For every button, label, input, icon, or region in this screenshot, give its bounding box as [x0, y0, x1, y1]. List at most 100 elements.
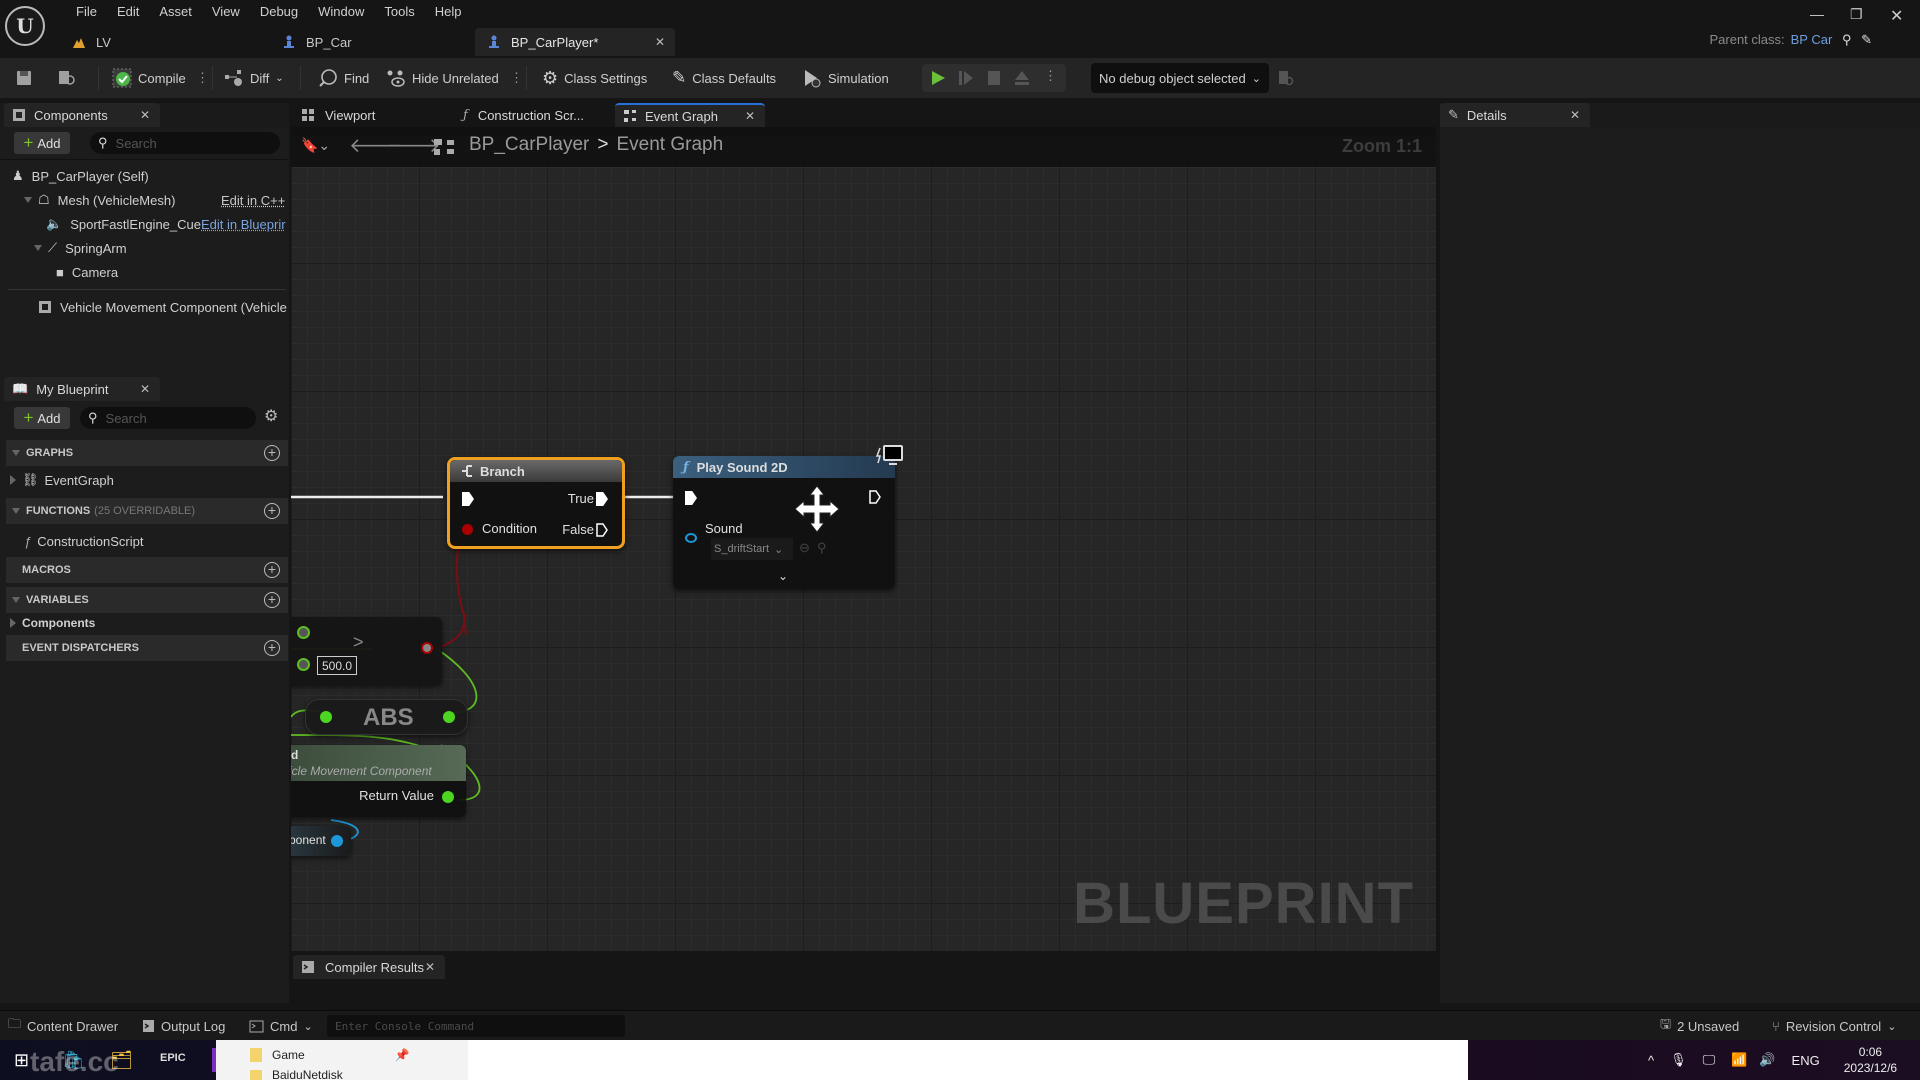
find-button[interactable]: Find [318, 58, 369, 98]
wifi-icon[interactable]: 📶 [1731, 1052, 1747, 1068]
hide-unrelated-button[interactable]: Hide Unrelated [386, 58, 499, 98]
revision-control-button[interactable]: ⑂ Revision Control ⌄ [1772, 1011, 1896, 1041]
add-variable-icon[interactable]: + [264, 592, 280, 608]
compare-value-input[interactable]: 500.0 [317, 656, 357, 675]
return-value-pin[interactable] [442, 791, 454, 803]
close-tab-icon[interactable]: ✕ [745, 109, 755, 123]
edit-in-blueprint-link[interactable]: Edit in Blueprir [201, 213, 287, 235]
exec-in-pin[interactable] [462, 492, 474, 506]
event-graph-canvas[interactable]: Branch True Condition False ƒ Play Sound… [291, 135, 1436, 951]
component-camera[interactable]: ■ Camera [56, 261, 118, 283]
screen-share-icon[interactable]: 🖵 [1703, 1052, 1716, 1068]
doc-tab-bp-car[interactable]: BP_Car [270, 28, 475, 56]
output-log-button[interactable]: Output Log [142, 1011, 225, 1041]
menu-edit[interactable]: Edit [107, 3, 149, 21]
branch-node[interactable]: Branch True Condition False [447, 457, 625, 549]
menu-help[interactable]: Help [425, 3, 472, 21]
section-variables[interactable]: VARIABLES + [6, 587, 288, 613]
menu-debug[interactable]: Debug [250, 3, 308, 21]
expand-arrow-icon[interactable] [24, 197, 32, 203]
exec-false-pin[interactable] [596, 523, 608, 537]
diff-button[interactable]: Diff ⌄ [224, 58, 284, 98]
section-graphs[interactable]: GRAPHS + [6, 440, 288, 466]
add-component-button[interactable]: + Add [14, 132, 70, 154]
breadcrumb-root[interactable]: BP_CarPlayer [469, 134, 589, 156]
hide-unrelated-options[interactable]: ⋮ [510, 58, 523, 98]
graph-item-eventgraph[interactable]: ⛓ EventGraph [10, 469, 114, 491]
component-springarm[interactable]: ⟋ SpringArm [34, 237, 127, 259]
restore-icon[interactable]: ❐ [1850, 6, 1863, 23]
compare-input-b-pin[interactable] [297, 658, 310, 671]
exec-in-pin[interactable] [685, 491, 697, 505]
close-components-icon[interactable]: ✕ [140, 108, 150, 122]
cmd-dropdown[interactable]: Cmd ⌄ [249, 1011, 313, 1041]
menu-view[interactable]: View [202, 3, 250, 21]
jumplist-item-baidunetdisk[interactable]: BaiduNetdisk [250, 1070, 343, 1080]
class-settings-button[interactable]: ⚙ Class Settings [542, 58, 647, 98]
component-vehicle-movement[interactable]: Vehicle Movement Component (Vehiclel [38, 296, 287, 318]
input-language[interactable]: ENG [1792, 1053, 1820, 1068]
exec-true-pin[interactable] [596, 492, 608, 506]
menu-asset[interactable]: Asset [149, 3, 202, 21]
my-blueprint-tab[interactable]: 📖 My Blueprint ✕ [4, 377, 160, 401]
close-compiler-results-icon[interactable]: ✕ [425, 960, 435, 974]
parent-class-link[interactable]: BP Car [1791, 32, 1833, 47]
add-dispatcher-icon[interactable]: + [264, 640, 280, 656]
component-ref-node[interactable]: ponent [291, 826, 351, 856]
section-event-dispatchers[interactable]: EVENT DISPATCHERS + [6, 635, 288, 661]
component-mesh[interactable]: ☖ Mesh (VehicleMesh) [24, 189, 175, 211]
component-engine-cue[interactable]: 🔈 SportFastlEngine_Cue [46, 213, 201, 235]
abs-node[interactable]: ABS [305, 699, 468, 735]
abs-output-pin[interactable] [443, 711, 455, 723]
sound-asset-dropdown[interactable]: S_driftStart ⌄ [711, 538, 793, 560]
content-drawer-button[interactable]: 🗀 Content Drawer [8, 1011, 118, 1041]
add-function-icon[interactable]: + [264, 503, 280, 519]
stop-icon[interactable] [986, 70, 1002, 86]
menu-file[interactable]: File [66, 3, 107, 21]
windows-start-icon[interactable]: ⊞ [14, 1050, 29, 1071]
use-selected-asset-icon[interactable]: ⊖ [799, 540, 810, 556]
unsaved-button[interactable]: 🖫 2 Unsaved [1660, 1011, 1739, 1041]
components-tab[interactable]: Components ✕ [4, 103, 160, 127]
my-blueprint-search-input[interactable]: ⚲ Search [80, 407, 256, 429]
advanced-display-chevron-icon[interactable]: ⌄ [778, 569, 788, 583]
jumplist-item-game[interactable]: Game 📌 [250, 1048, 410, 1062]
section-macros[interactable]: MACROS + [6, 557, 288, 583]
menu-tools[interactable]: Tools [374, 3, 424, 21]
edit-pencil-icon[interactable]: ✎ [1861, 32, 1872, 47]
greater-than-node[interactable]: > 500.0 [291, 617, 442, 685]
epic-games-icon[interactable]: EPIC [160, 1052, 186, 1064]
volume-icon[interactable]: 🔊 [1759, 1052, 1775, 1068]
menu-window[interactable]: Window [308, 3, 374, 21]
eject-icon[interactable] [1014, 70, 1030, 86]
console-command-input[interactable]: Enter Console Command [327, 1015, 625, 1037]
close-details-icon[interactable]: ✕ [1570, 108, 1580, 122]
tab-event-graph[interactable]: Event Graph ✕ [615, 103, 765, 127]
settings-gear-icon[interactable]: ⚙ [264, 406, 278, 426]
browse-asset-icon[interactable]: ⚲ [817, 540, 827, 556]
details-tab[interactable]: ✎ Details ✕ [1440, 103, 1590, 127]
add-macro-icon[interactable]: + [264, 562, 280, 578]
function-item-construction-script[interactable]: ƒ ConstructionScript [24, 530, 143, 552]
bookmark-icon[interactable]: 🔖⌄ [301, 137, 330, 154]
minimize-icon[interactable]: — [1810, 6, 1824, 22]
save-button[interactable] [16, 58, 32, 98]
components-search-input[interactable]: ⚲ Search [90, 132, 280, 154]
variable-category-components[interactable]: Components [10, 612, 95, 634]
debug-browse-button[interactable] [1278, 58, 1294, 98]
play-icon[interactable] [930, 70, 946, 86]
close-window-icon[interactable]: ✕ [1890, 6, 1903, 26]
step-icon[interactable] [958, 70, 974, 86]
pin-icon[interactable]: 📌 [395, 1048, 410, 1062]
compare-output-pin[interactable] [421, 642, 433, 654]
compile-options-button[interactable]: ⋮ [196, 58, 209, 98]
add-graph-icon[interactable]: + [264, 445, 280, 461]
tray-expand-icon[interactable]: ^ [1648, 1053, 1654, 1068]
class-defaults-button[interactable]: ✎ Class Defaults [672, 58, 776, 98]
exec-out-pin[interactable] [869, 490, 881, 504]
section-functions[interactable]: FUNCTIONS (25 OVERRIDABLE) + [6, 498, 288, 524]
component-ref-pin[interactable] [331, 835, 343, 847]
edit-in-cpp-link[interactable]: Edit in C++ [221, 189, 285, 211]
browse-button[interactable] [58, 58, 76, 98]
doc-tab-lv[interactable]: LV [60, 28, 270, 56]
